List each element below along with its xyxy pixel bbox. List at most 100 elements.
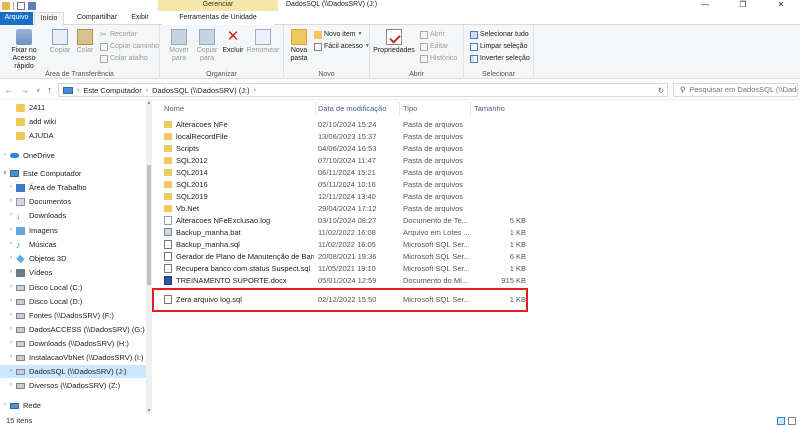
column-header-name[interactable]: Nome (164, 102, 316, 116)
file-row[interactable]: Alteracoes NFeExclusao.log 03/10/2024 08:… (164, 215, 526, 226)
file-row[interactable]: Backup_manha.sql 11/02/2022 16:05 Microsof… (164, 239, 526, 250)
history-button[interactable]: Histórico (420, 54, 457, 63)
sidebar-item-downloads[interactable]: › ↓ Downloads (0, 209, 150, 222)
new-folder-quick-icon[interactable] (28, 1, 36, 10)
breadcrumb-current[interactable]: DadosSQL (\\DadosSRV) (J:) (152, 86, 250, 95)
file-row[interactable]: localRecordFile 13/06/2023 15:37 Pasta de … (164, 131, 524, 142)
sidebar-item-diversos-dadossrv-z[interactable]: › Diversos (\\DadosSRV) (Z:) (0, 379, 150, 392)
new-folder-button[interactable]: Nova pasta (286, 29, 312, 63)
invert-selection-button[interactable]: Inverter seleção (470, 54, 530, 63)
details-view-icon[interactable] (777, 417, 785, 425)
breadcrumb-separator[interactable]: › (77, 87, 79, 94)
chevron-right-icon[interactable]: › (6, 281, 16, 294)
recent-chevron-icon[interactable]: ∨ (36, 87, 40, 94)
rename-button[interactable]: Renomear (246, 29, 280, 55)
tab-inicio[interactable]: Início (34, 12, 64, 26)
file-row[interactable]: SQL2014 06/11/2024 15:21 Pasta de arquivos (164, 167, 524, 178)
scroll-thumb[interactable] (147, 165, 151, 285)
refresh-icon[interactable]: ↻ (658, 86, 664, 95)
minimize-button[interactable]: — (686, 0, 724, 11)
open-button[interactable]: Abrir (420, 30, 445, 39)
tab-compartilhar[interactable]: Compartilhar (72, 12, 122, 25)
chevron-right-icon[interactable]: › (6, 351, 16, 364)
chevron-right-icon[interactable]: › (6, 323, 16, 336)
copy-to-button[interactable]: Copiar para (192, 29, 222, 63)
copy-button[interactable]: Copiar (48, 29, 72, 55)
file-row[interactable]: Scripts 04/06/2024 16:53 Pasta de arquivos (164, 143, 524, 154)
back-arrow-icon[interactable]: ← (4, 85, 13, 95)
sidebar-item-rea-de-trabalho[interactable]: › Área de Trabalho (0, 181, 150, 194)
file-row[interactable]: SQL2012 07/10/2024 11:47 Pasta de arquivos (164, 155, 524, 166)
chevron-right-icon[interactable]: › (6, 337, 16, 350)
chevron-right-icon[interactable]: › (6, 195, 16, 208)
chevron-right-icon[interactable]: › (0, 399, 10, 412)
sidebar-item-este-computador[interactable]: ∨ Este Computador (0, 167, 150, 180)
tab-ferramentas-unidade[interactable]: Ferramentas de Unidade (162, 12, 274, 25)
file-row[interactable]: Gerador de Plano de Manutenção de Ban...… (164, 251, 526, 262)
file-row[interactable]: TREINAMENTO SUPORTE.docx 05/01/2024 12:59… (164, 275, 526, 286)
file-row[interactable]: Backup_manha.bat 11/02/2022 16:08 Arquivo … (164, 227, 526, 238)
breadcrumb-separator[interactable]: › (146, 87, 148, 94)
move-to-button[interactable]: Mover para (166, 29, 192, 63)
sidebar-item-objetos-3d[interactable]: › Objetos 3D (0, 252, 150, 265)
file-row[interactable]: Vb.Net 29/04/2024 17:12 Pasta de arquivos (164, 203, 524, 214)
new-item-button[interactable]: Novo item ▼ (314, 30, 362, 39)
sidebar-item-fontes-dadossrv-f[interactable]: › Fontes (\\DadosSRV) (F:) (0, 309, 150, 322)
chevron-right-icon[interactable]: › (6, 181, 16, 194)
large-icons-view-icon[interactable] (788, 417, 796, 425)
sidebar-item-instalacaovbnet-dadossrv-i[interactable]: › InstalacaoVbNet (\\DadosSRV) (I:) (0, 351, 150, 364)
column-header-type[interactable]: Tipo (403, 102, 471, 116)
sidebar-item-dadosaccess-dadossrv-g[interactable]: › DadosACCESS (\\DadosSRV) (G:) (0, 323, 150, 336)
sidebar-item-downloads-dadossrv-h[interactable]: › Downloads (\\DadosSRV) (H:) (0, 337, 150, 350)
edit-button[interactable]: Editar (420, 42, 448, 51)
sidebar-item-2411[interactable]: 2411 (0, 101, 150, 114)
sidebar-item-disco-local-c[interactable]: › Disco Local (C:) (0, 281, 150, 294)
chevron-down-icon[interactable]: ∨ (0, 167, 10, 180)
forward-arrow-icon[interactable]: → (20, 85, 29, 95)
column-header-date[interactable]: Data de modificação (318, 102, 400, 116)
breadcrumb-separator[interactable]: › (254, 87, 256, 94)
file-row[interactable]: SQL2019 12/11/2024 13:40 Pasta de arquivos (164, 191, 524, 202)
tab-exibir[interactable]: Exibir (126, 12, 154, 25)
chevron-right-icon[interactable]: › (6, 252, 16, 265)
address-bar[interactable]: › Este Computador › DadosSQL (\\DadosSRV… (58, 83, 668, 97)
properties-button[interactable]: Propriedades (372, 29, 416, 55)
chevron-right-icon[interactable]: › (6, 295, 16, 308)
sidebar-item-disco-local-d[interactable]: › Disco Local (D:) (0, 295, 150, 308)
up-arrow-icon[interactable]: ↑ (47, 85, 52, 95)
chevron-right-icon[interactable]: › (6, 209, 16, 222)
search-box[interactable]: ⚲ Pesquisar em DadosSQL (\\DadosSRV) (J:… (673, 83, 798, 97)
sidebar-item-onedrive[interactable]: › OneDrive (0, 149, 150, 162)
column-header-size[interactable]: Tamanho (474, 102, 530, 116)
chevron-right-icon[interactable]: › (6, 365, 16, 378)
sidebar-item-imagens[interactable]: › Imagens (0, 224, 150, 237)
chevron-right-icon[interactable]: › (6, 266, 16, 279)
tab-arquivo[interactable]: Arquivo (0, 12, 33, 25)
pin-quick-access-button[interactable]: Fixar no Acesso rápido (2, 29, 46, 71)
chevron-right-icon[interactable]: › (0, 149, 10, 162)
sidebar-item-add-wiki[interactable]: add wiki (0, 115, 150, 128)
properties-quick-icon[interactable] (17, 1, 25, 10)
chevron-right-icon[interactable]: › (6, 309, 16, 322)
maximize-button[interactable]: ❐ (724, 0, 762, 11)
file-row[interactable]: Alteracoes NFe 02/10/2024 15:24 Pasta de a… (164, 119, 524, 130)
sidebar-item-documentos[interactable]: › Documentos (0, 195, 150, 208)
sidebar-item-rede[interactable]: › Rede (0, 399, 150, 412)
chevron-right-icon[interactable]: › (6, 224, 16, 237)
sidebar-item-dadossql-dadossrv-j[interactable]: › DadosSQL (\\DadosSRV) (J:) (0, 365, 150, 378)
delete-button[interactable]: ✕ Excluir (222, 29, 244, 55)
cut-button[interactable]: ✂ Recortar (100, 30, 137, 39)
chevron-right-icon[interactable]: › (6, 379, 16, 392)
breadcrumb-este-computador[interactable]: Este Computador (83, 86, 141, 95)
sidebar-item-m-sicas[interactable]: › ♪ Músicas (0, 238, 150, 251)
sidebar-item-ajuda[interactable]: AJUDA (0, 129, 150, 142)
paste-shortcut-button[interactable]: Colar atalho (100, 54, 148, 63)
close-button[interactable]: ✕ (762, 0, 800, 11)
file-row[interactable]: SQL2016 05/11/2024 10:16 Pasta de arquivos (164, 179, 524, 190)
file-row[interactable]: Recupera banco com status Suspect.sql 11/… (164, 263, 526, 274)
clear-selection-button[interactable]: Limpar seleção (470, 42, 527, 51)
sidebar-item-v-deos[interactable]: › Vídeos (0, 266, 150, 279)
copy-path-button[interactable]: Copiar caminho (100, 42, 159, 51)
select-all-button[interactable]: Selecionar tudo (470, 30, 529, 39)
chevron-right-icon[interactable]: › (6, 238, 16, 251)
